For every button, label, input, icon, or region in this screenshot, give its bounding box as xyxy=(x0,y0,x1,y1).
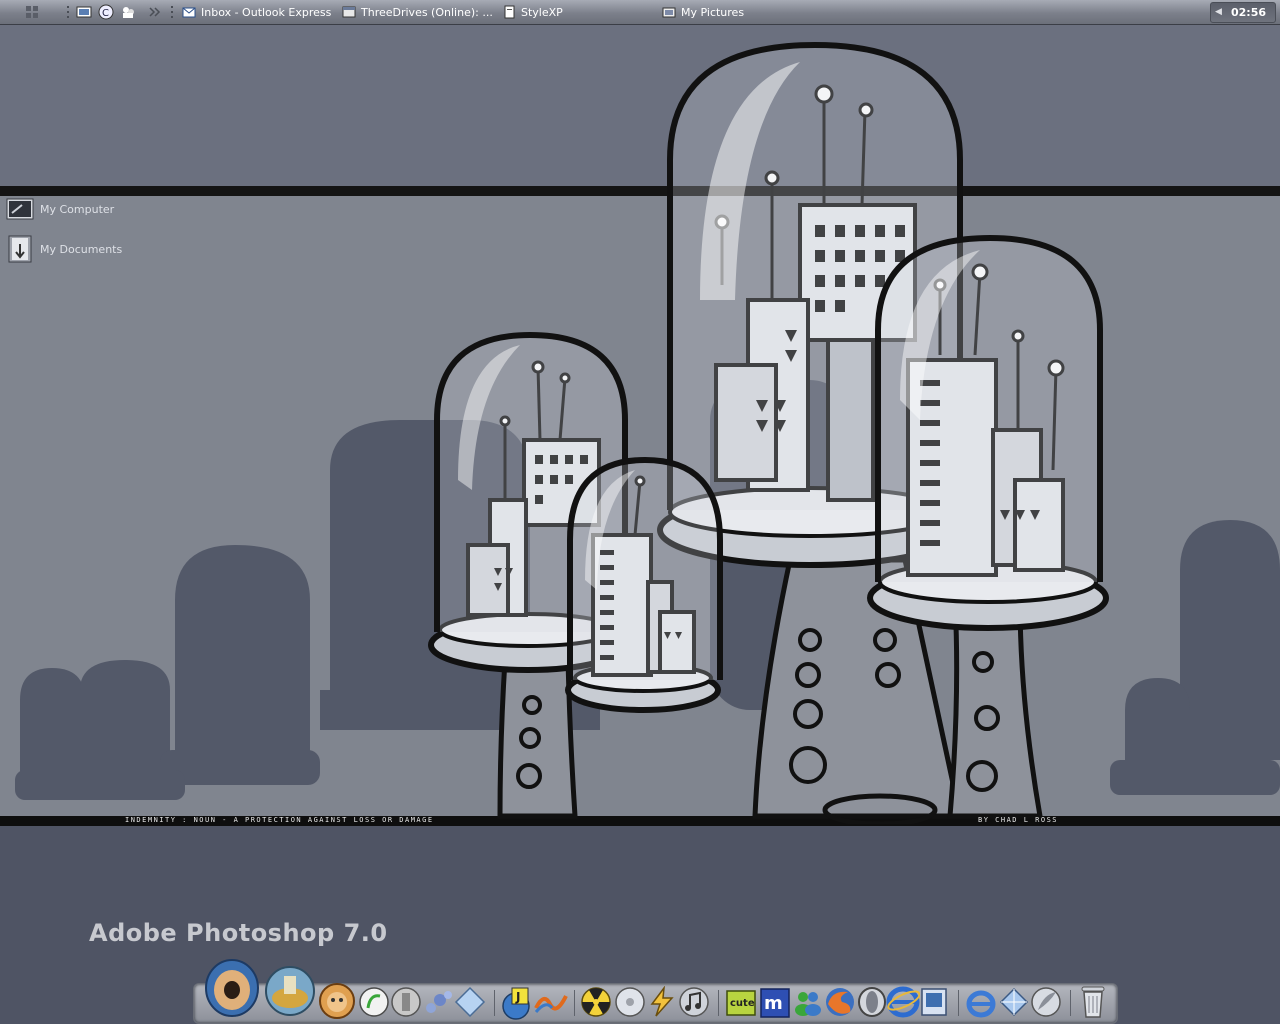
dock-separator xyxy=(958,990,959,1016)
task-my-pictures[interactable]: My Pictures xyxy=(662,2,744,22)
dock-separator xyxy=(494,990,495,1016)
window-icon xyxy=(342,6,356,18)
clock-time: 02:56 xyxy=(1231,6,1267,19)
firefox-icon[interactable] xyxy=(824,986,856,1018)
users-quicklaunch-icon[interactable] xyxy=(120,4,136,20)
messenger-icon[interactable] xyxy=(792,986,824,1018)
tray-expand-icon[interactable]: ◀ xyxy=(1215,7,1222,17)
svg-text:m: m xyxy=(764,993,783,1014)
folder-icon xyxy=(662,7,676,18)
grip-icon[interactable] xyxy=(164,4,180,20)
dock-separator xyxy=(574,990,575,1016)
quicklaunch-expand-icon[interactable] xyxy=(146,4,162,20)
desktop-icon-my-computer[interactable]: My Computer xyxy=(6,198,114,220)
globe-app-icon[interactable] xyxy=(264,964,316,1018)
feather-icon[interactable] xyxy=(1030,986,1062,1018)
opera-icon[interactable] xyxy=(856,986,888,1018)
grip-icon[interactable] xyxy=(60,4,76,20)
trash-icon[interactable] xyxy=(1078,984,1108,1020)
svg-text:C: C xyxy=(102,8,109,19)
photoshop-eye-icon[interactable] xyxy=(204,958,260,1018)
wallpaper-caption-right: BY CHAD L ROSS xyxy=(978,816,1059,824)
my-documents-icon xyxy=(8,235,32,263)
task-threedrives[interactable]: ThreeDrives (Online): ... xyxy=(342,2,493,22)
music-icon[interactable] xyxy=(678,986,710,1018)
svg-text:J: J xyxy=(515,990,520,1004)
task-label: My Pictures xyxy=(681,5,745,19)
outlook-express-icon xyxy=(182,7,196,18)
wave-icon[interactable] xyxy=(534,988,568,1018)
dock-separator xyxy=(718,990,719,1016)
crystal-icon[interactable] xyxy=(454,986,486,1018)
wallpaper-caption-left: INDEMNITY : NOUN - A PROTECTION AGAINST … xyxy=(125,816,434,824)
task-label: StyleXP xyxy=(521,5,563,19)
bubbles-icon[interactable] xyxy=(422,986,454,1018)
column-icon[interactable] xyxy=(390,986,422,1018)
my-computer-icon xyxy=(6,198,34,220)
taskbar: C Inbox - Outlook Express ThreeDrives (O… xyxy=(0,0,1280,25)
dock-active-app-label: Adobe Photoshop 7.0 xyxy=(89,919,388,947)
desktop-icon-my-documents[interactable]: My Documents xyxy=(6,234,122,264)
nuclear-icon[interactable] xyxy=(580,986,612,1018)
cuteftp-icon[interactable]: cute xyxy=(724,986,758,1020)
ie-icon[interactable] xyxy=(886,984,920,1018)
start-windows-icon[interactable] xyxy=(24,4,40,20)
msn-m-icon[interactable]: m xyxy=(758,986,792,1020)
preview-icon[interactable] xyxy=(918,986,950,1018)
browser-quicklaunch-icon[interactable]: C xyxy=(98,4,114,20)
face-app-icon[interactable] xyxy=(318,982,356,1020)
system-tray-clock[interactable]: ◀ 02:56 xyxy=(1210,2,1276,23)
j-globe-icon[interactable]: J xyxy=(500,986,534,1020)
dreamweaver-icon[interactable] xyxy=(358,986,390,1018)
task-stylexp[interactable]: StyleXP xyxy=(502,2,563,22)
show-desktop-icon[interactable] xyxy=(76,4,92,20)
task-inbox-outlook-express[interactable]: Inbox - Outlook Express xyxy=(182,2,331,22)
lightning-icon[interactable] xyxy=(646,986,678,1018)
desktop-icon-label: My Documents xyxy=(40,242,123,256)
task-label: Inbox - Outlook Express xyxy=(201,5,332,19)
desktop-icon-label: My Computer xyxy=(40,202,115,216)
document-icon xyxy=(504,5,515,19)
dock-separator xyxy=(1070,990,1071,1016)
ie-alt-icon[interactable] xyxy=(964,986,998,1020)
diamond-icon[interactable] xyxy=(998,986,1030,1018)
wallpaper-illustration xyxy=(15,41,1280,824)
disc-icon[interactable] xyxy=(614,986,646,1018)
svg-text:cute: cute xyxy=(730,998,755,1009)
task-label: ThreeDrives (Online): ... xyxy=(361,5,493,19)
